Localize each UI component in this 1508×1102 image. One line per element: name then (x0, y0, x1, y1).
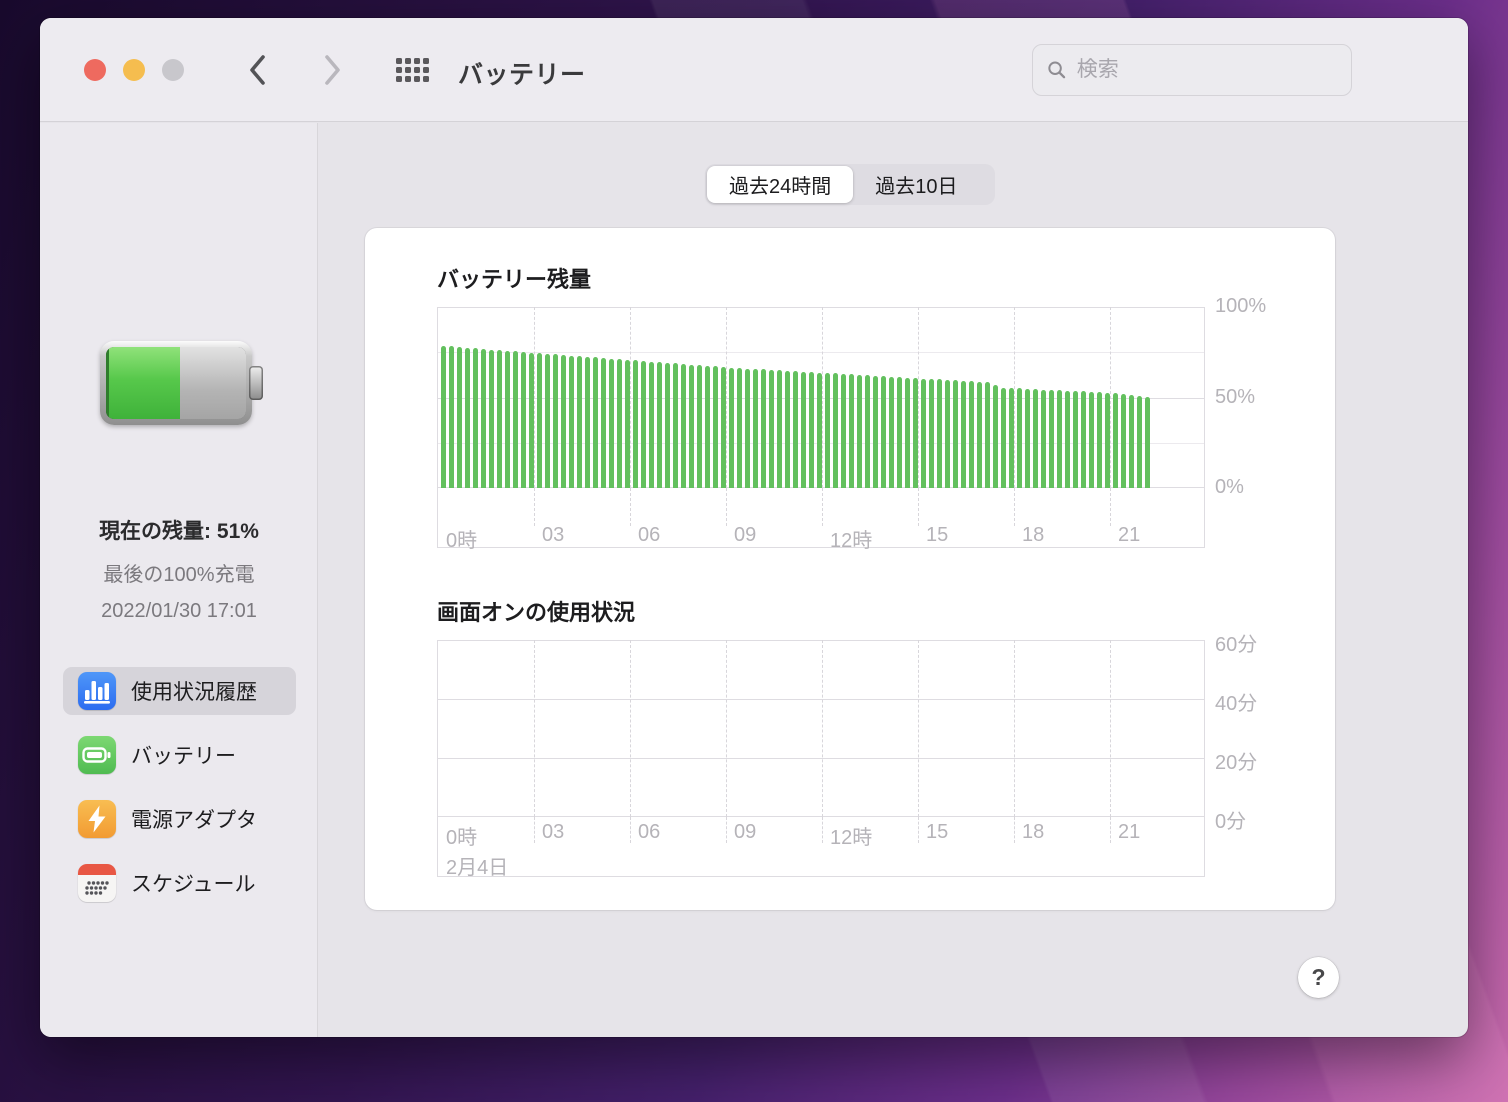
time-range-segmented-control: 過去24時間 過去10日 (705, 164, 995, 205)
sidebar-item-label: 使用状況履歴 (131, 681, 257, 704)
screen-on-usage-y-axis: 60分 40分 20分 0分 (1215, 634, 1258, 833)
forward-button[interactable] (314, 52, 350, 88)
schedule-icon (78, 864, 116, 902)
screen-on-usage-x-axis: 2月4日 0時 03 06 09 12時 15 18 21 (437, 817, 1205, 879)
sidebar: 現在の残量: 51% 最後の100%充電 2022/01/30 17:01 使用… (40, 123, 318, 1037)
sidebar-item-label: スケジュール (131, 873, 256, 896)
sidebar-list: 使用状況履歴 バッテリー 電源アダプタ スケジュール (63, 667, 296, 923)
minimize-icon[interactable] (123, 59, 145, 81)
search-input[interactable] (1076, 58, 1337, 82)
search-icon (1048, 61, 1066, 79)
sidebar-item-battery[interactable]: バッテリー (63, 731, 296, 779)
usage-history-icon (78, 672, 116, 710)
chevron-right-icon (325, 55, 340, 85)
sidebar-item-power-adapter[interactable]: 電源アダプタ (63, 795, 296, 843)
battery-preferences-window: バッテリー 現在の残量: 51% 最後の100%充電 2022/01/30 17… (40, 18, 1468, 1037)
chart-title-battery-level: バッテリー残量 (437, 267, 592, 292)
chevron-left-icon (250, 55, 265, 85)
sidebar-item-label: バッテリー (131, 745, 236, 768)
sidebar-item-usage-history[interactable]: 使用状況履歴 (63, 667, 296, 715)
battery-icon (78, 736, 116, 774)
search-field[interactable] (1032, 44, 1352, 96)
close-icon[interactable] (84, 59, 106, 81)
battery-level-y-axis: 100% 50% 0% (1215, 295, 1267, 498)
battery-status: 現在の残量: 51% 最後の100%充電 2022/01/30 17:01 (40, 515, 318, 623)
back-button[interactable] (240, 52, 276, 88)
screen-on-usage-chart (437, 640, 1205, 817)
power-adapter-icon (78, 800, 116, 838)
sidebar-item-label: 電源アダプタ (131, 809, 257, 832)
current-charge-label: 現在の残量: 51% (99, 520, 259, 543)
tab-last-24-hours[interactable]: 過去24時間 (707, 166, 854, 203)
tab-last-10-days[interactable]: 過去10日 (853, 166, 979, 203)
battery-level-image (100, 341, 263, 425)
toolbar: バッテリー (40, 18, 1468, 122)
zoom-icon[interactable] (162, 59, 184, 81)
last-full-charge-date: 2022/01/30 17:01 (101, 600, 257, 622)
battery-level-x-axis: 0時 03 06 09 12時 15 18 21 (437, 488, 1205, 552)
charts-card: バッテリー残量 100% 50% 0% 0時 03 06 09 12時 15 18 21 画面オン… (365, 228, 1335, 910)
sidebar-item-schedule[interactable]: スケジュール (63, 859, 296, 907)
battery-level-chart (437, 307, 1205, 488)
window-title: バッテリー (458, 61, 586, 89)
date-label: 2月4日 (446, 857, 509, 879)
help-button[interactable]: ? (1298, 957, 1339, 998)
last-full-charge-label: 最後の100%充電 (103, 564, 255, 586)
show-all-preferences-button[interactable] (392, 51, 432, 89)
chart-title-screen-on-usage: 画面オンの使用状況 (437, 600, 636, 625)
